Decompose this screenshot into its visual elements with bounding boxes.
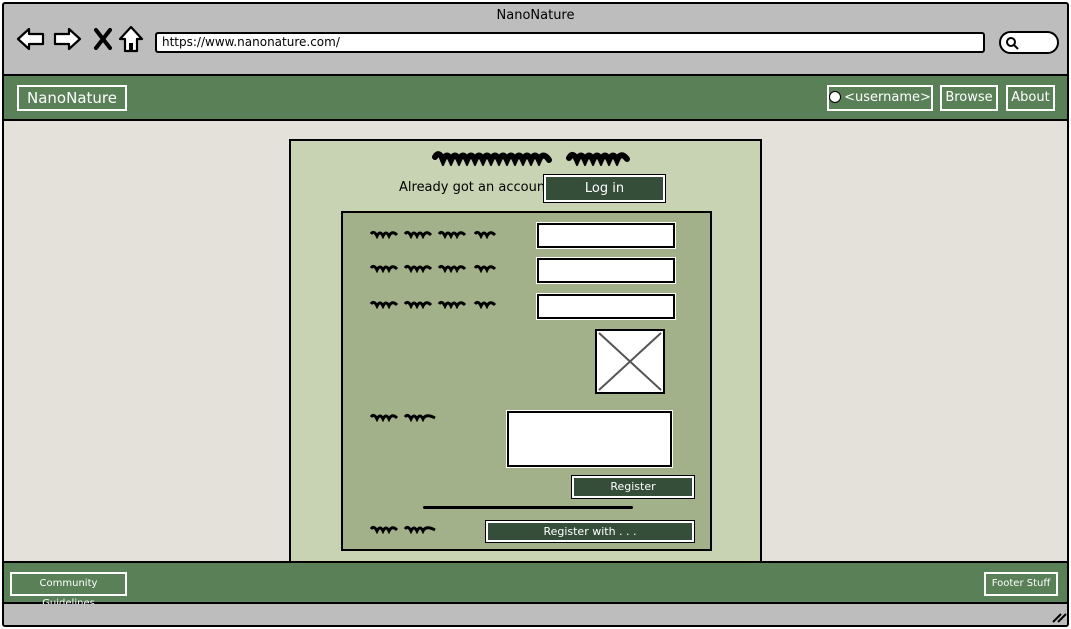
field-label-scribble-4 [369, 413, 436, 422]
browser-search[interactable] [999, 31, 1059, 54]
browse-button[interactable]: Browse [940, 85, 998, 111]
text-field-1[interactable] [536, 222, 676, 249]
already-account-text: Already got an account? [399, 180, 558, 195]
status-bar [4, 604, 1067, 625]
search-icon [1006, 37, 1019, 50]
url-bar[interactable]: https://www.nanonature.com/ [155, 32, 985, 53]
text-field-2[interactable] [536, 257, 676, 284]
user-menu-button[interactable]: <username> [827, 85, 933, 111]
register-button[interactable]: Register [571, 475, 695, 499]
forward-arrow-icon[interactable] [52, 24, 82, 54]
brand-logo-button[interactable]: NanoNature [17, 85, 127, 111]
login-button[interactable]: Log in [543, 174, 666, 203]
divider [423, 506, 633, 509]
registration-form: Register Register with . . . [341, 211, 712, 551]
field-label-scribble-1 [369, 230, 497, 239]
image-placeholder [595, 329, 665, 394]
register-with-button[interactable]: Register with . . . [485, 520, 695, 543]
text-area[interactable] [506, 410, 673, 468]
close-icon[interactable] [88, 24, 118, 54]
browser-window: NanoNature https://www.nanonature.com/ N… [2, 2, 1069, 627]
field-label-scribble-5 [369, 525, 436, 534]
field-label-scribble-2 [369, 264, 497, 273]
text-field-3[interactable] [536, 293, 676, 320]
back-arrow-icon[interactable] [16, 24, 46, 54]
community-guidelines-link[interactable]: Community Guidelines [10, 572, 127, 609]
register-panel: Already got an account? Log in Register … [289, 139, 762, 561]
username-label: <username> [844, 90, 931, 105]
avatar [829, 91, 842, 103]
window-title: NanoNature [496, 8, 575, 23]
resize-grip-icon[interactable] [1051, 611, 1067, 623]
page-title-scribble [432, 151, 630, 166]
home-icon[interactable] [116, 24, 146, 54]
site-header: NanoNature <username> Browse About [4, 74, 1067, 121]
footer-stuff-link[interactable]: Footer Stuff [984, 572, 1058, 596]
page-content: Already got an account? Log in Register … [4, 121, 1067, 561]
field-label-scribble-3 [369, 300, 497, 309]
site-footer: Community Guidelines Footer Stuff [4, 561, 1067, 609]
about-button[interactable]: About [1006, 85, 1055, 111]
